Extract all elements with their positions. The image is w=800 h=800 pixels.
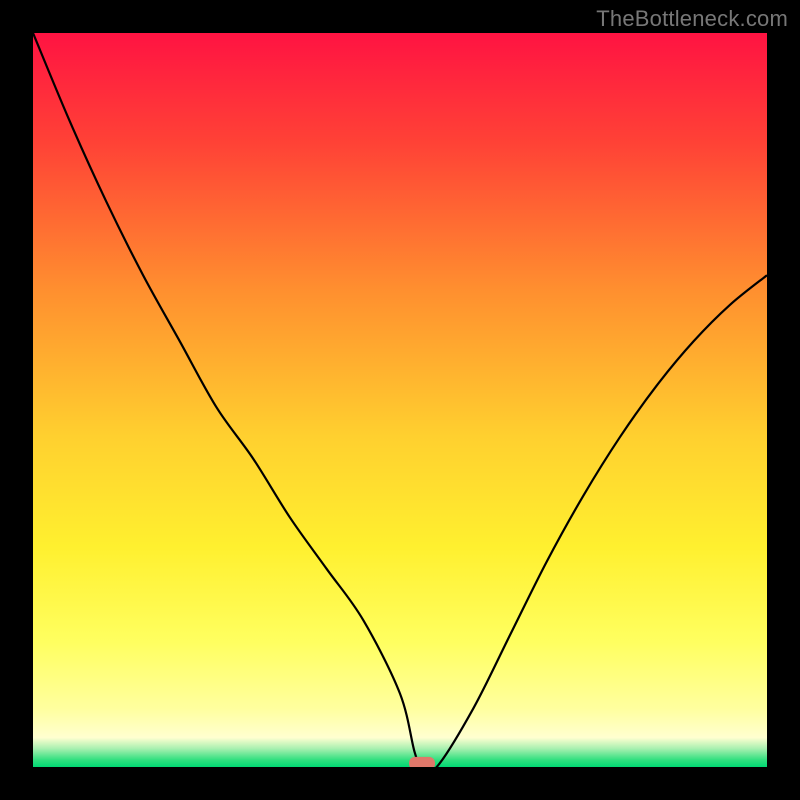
watermark-text: TheBottleneck.com [596,6,788,32]
chart-plot-area [33,33,767,767]
chart-background [33,33,767,767]
min-point-marker [409,757,435,767]
chart-svg [33,33,767,767]
chart-container: TheBottleneck.com [0,0,800,800]
